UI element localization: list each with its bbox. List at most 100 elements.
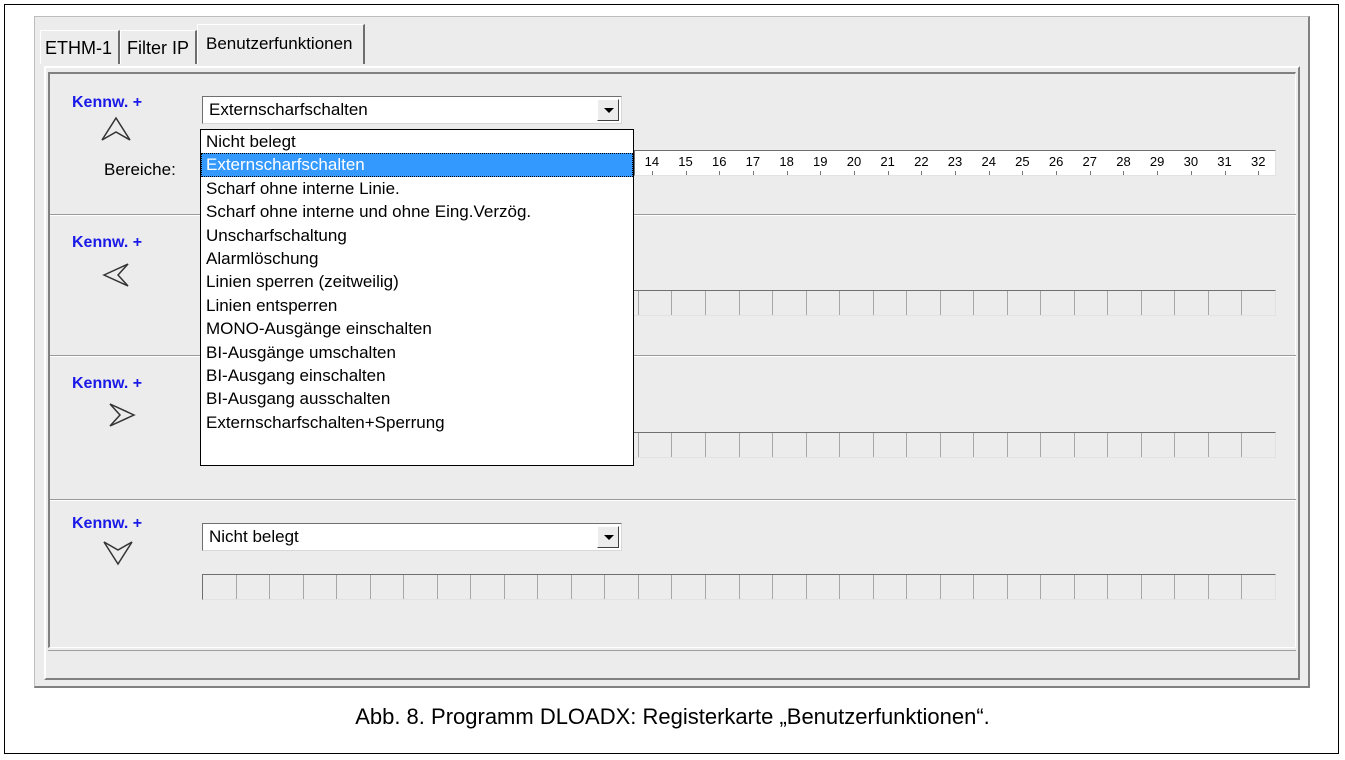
- partition-cell[interactable]: [1008, 433, 1042, 457]
- partition-cell[interactable]: [1175, 291, 1209, 315]
- partition-cell[interactable]: [1008, 575, 1042, 599]
- function-dropdown-list[interactable]: Nicht belegt Externscharfschalten Scharf o…: [200, 129, 634, 466]
- partition-cell[interactable]: [1242, 433, 1275, 457]
- partition-number[interactable]: 31: [1208, 151, 1242, 175]
- partition-number[interactable]: 18: [770, 151, 804, 175]
- partition-cell[interactable]: [840, 575, 874, 599]
- partition-cell[interactable]: [538, 575, 572, 599]
- partition-cell[interactable]: [672, 575, 706, 599]
- partition-cell[interactable]: [639, 433, 673, 457]
- partition-cell[interactable]: [605, 575, 639, 599]
- dropdown-option[interactable]: Linien entsperren: [201, 294, 633, 317]
- partition-number[interactable]: 17: [736, 151, 770, 175]
- partition-cell[interactable]: [941, 291, 975, 315]
- partition-cell[interactable]: [1142, 433, 1176, 457]
- partition-cell[interactable]: [237, 575, 271, 599]
- partition-number[interactable]: 23: [938, 151, 972, 175]
- partition-cell[interactable]: [1142, 575, 1176, 599]
- dropdown-option[interactable]: Linien sperren (zeitweilig): [201, 270, 633, 293]
- partition-cell[interactable]: [941, 433, 975, 457]
- partition-cell[interactable]: [1041, 291, 1075, 315]
- partition-cell[interactable]: [1209, 291, 1243, 315]
- partition-cell[interactable]: [740, 291, 774, 315]
- function-select-down[interactable]: Nicht belegt: [202, 523, 622, 551]
- partition-cell[interactable]: [1041, 433, 1075, 457]
- partition-cell[interactable]: [907, 291, 941, 315]
- partition-cell[interactable]: [270, 575, 304, 599]
- partition-cell[interactable]: [1209, 575, 1243, 599]
- partition-cell[interactable]: [840, 433, 874, 457]
- partition-selector[interactable]: for(let i=0;i<32;i++)document.write('<di…: [202, 574, 1276, 600]
- partition-cell[interactable]: [371, 575, 405, 599]
- dropdown-option[interactable]: Nicht belegt: [201, 130, 633, 153]
- partition-number[interactable]: 24: [972, 151, 1006, 175]
- partition-number[interactable]: 16: [702, 151, 736, 175]
- partition-cell[interactable]: [706, 291, 740, 315]
- partition-cell[interactable]: [874, 433, 908, 457]
- partition-cell[interactable]: [974, 291, 1008, 315]
- partition-number[interactable]: 30: [1174, 151, 1208, 175]
- dropdown-option[interactable]: MONO-Ausgänge einschalten: [201, 317, 633, 340]
- partition-cell[interactable]: [1075, 291, 1109, 315]
- partition-number[interactable]: 27: [1073, 151, 1107, 175]
- partition-cell[interactable]: [1108, 575, 1142, 599]
- partition-number[interactable]: 15: [669, 151, 703, 175]
- partition-cell[interactable]: [907, 575, 941, 599]
- partition-cell[interactable]: [807, 575, 841, 599]
- dropdown-option[interactable]: Externscharfschalten+Sperrung: [201, 411, 633, 434]
- partition-cell[interactable]: [639, 575, 673, 599]
- partition-cell[interactable]: [874, 291, 908, 315]
- partition-cell[interactable]: [773, 433, 807, 457]
- dropdown-arrow-icon[interactable]: [597, 526, 619, 548]
- partition-cell[interactable]: [773, 291, 807, 315]
- partition-cell[interactable]: [740, 575, 774, 599]
- partition-cell[interactable]: [1175, 433, 1209, 457]
- function-select-up[interactable]: Externscharfschalten: [202, 96, 622, 124]
- partition-number[interactable]: 14: [635, 151, 669, 175]
- partition-cell[interactable]: [807, 433, 841, 457]
- partition-cell[interactable]: [1075, 575, 1109, 599]
- partition-cell[interactable]: [740, 433, 774, 457]
- dropdown-option[interactable]: Alarmlöschung: [201, 247, 633, 270]
- partition-cell[interactable]: [874, 575, 908, 599]
- partition-cell[interactable]: [974, 433, 1008, 457]
- dropdown-option[interactable]: BI-Ausgang ausschalten: [201, 387, 633, 410]
- partition-cell[interactable]: [1142, 291, 1176, 315]
- tab-ethm-1[interactable]: ETHM-1: [40, 30, 120, 64]
- partition-number[interactable]: 19: [803, 151, 837, 175]
- tab-benutzerfunktionen[interactable]: Benutzerfunktionen: [197, 24, 365, 64]
- partition-cell[interactable]: [1075, 433, 1109, 457]
- partition-cell[interactable]: [941, 575, 975, 599]
- partition-cell[interactable]: [1108, 291, 1142, 315]
- dropdown-option[interactable]: Scharf ohne interne und ohne Eing.Verzög…: [201, 200, 633, 223]
- partition-cell[interactable]: [706, 433, 740, 457]
- partition-cell[interactable]: [807, 291, 841, 315]
- partition-number[interactable]: 26: [1039, 151, 1073, 175]
- partition-number[interactable]: 28: [1107, 151, 1141, 175]
- dropdown-option[interactable]: Unscharfschaltung: [201, 224, 633, 247]
- partition-cell[interactable]: [672, 291, 706, 315]
- partition-cell[interactable]: [572, 575, 606, 599]
- partition-cell[interactable]: [1209, 433, 1243, 457]
- partition-cell[interactable]: [672, 433, 706, 457]
- partition-number[interactable]: 20: [837, 151, 871, 175]
- partition-cell[interactable]: [337, 575, 371, 599]
- partition-cell[interactable]: [203, 575, 237, 599]
- partition-cell[interactable]: [706, 575, 740, 599]
- partition-cell[interactable]: [907, 433, 941, 457]
- partition-cell[interactable]: [438, 575, 472, 599]
- partition-cell[interactable]: [1008, 291, 1042, 315]
- partition-cell[interactable]: [639, 291, 673, 315]
- partition-cell[interactable]: [840, 291, 874, 315]
- partition-cell[interactable]: [505, 575, 539, 599]
- dropdown-option[interactable]: BI-Ausgänge umschalten: [201, 341, 633, 364]
- partition-cell[interactable]: [1242, 575, 1275, 599]
- partition-number[interactable]: 29: [1140, 151, 1174, 175]
- partition-number[interactable]: 22: [905, 151, 939, 175]
- partition-number[interactable]: 21: [871, 151, 905, 175]
- partition-cell[interactable]: [1242, 291, 1275, 315]
- dropdown-option[interactable]: Scharf ohne interne Linie.: [201, 177, 633, 200]
- partition-cell[interactable]: [1175, 575, 1209, 599]
- partition-cell[interactable]: [1041, 575, 1075, 599]
- partition-cell[interactable]: [404, 575, 438, 599]
